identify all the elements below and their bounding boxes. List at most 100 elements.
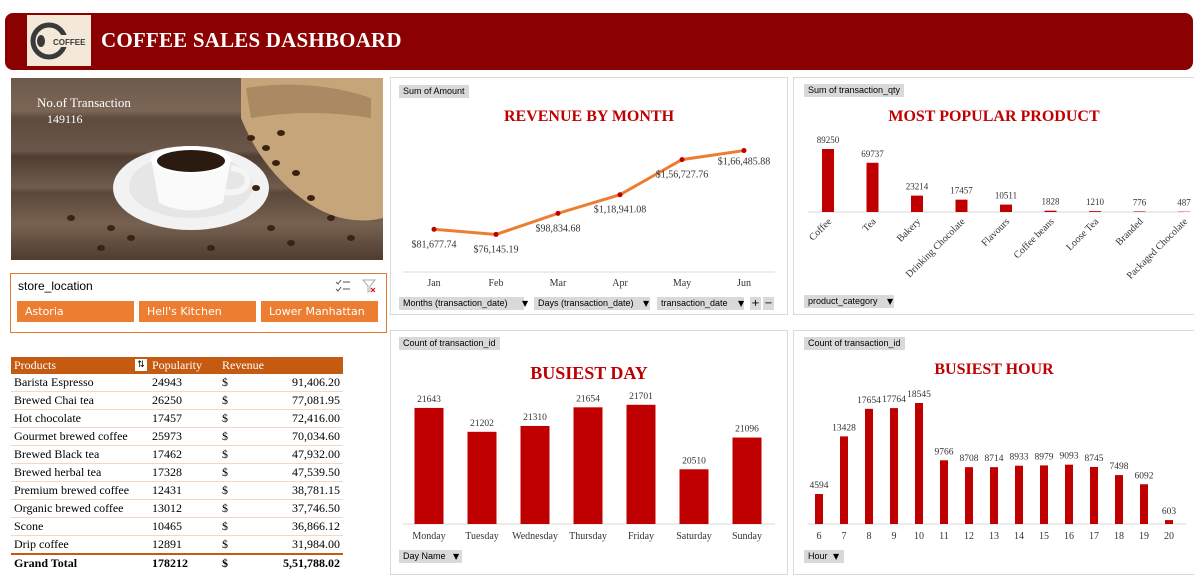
transaction-date-field-button[interactable]: transaction_date: [657, 297, 744, 310]
multi-select-icon[interactable]: [335, 279, 351, 293]
bar: [1133, 211, 1146, 212]
revenue-data-label: $81,677.74: [412, 239, 457, 250]
product-category-dropdown-icon[interactable]: ▼: [887, 297, 893, 306]
bar: [955, 199, 968, 212]
category-tick-label: Tuesday: [465, 531, 499, 542]
revenue-data-label: $1,18,941.08: [594, 205, 647, 216]
popularity-cell: 26250: [149, 391, 219, 410]
bar: [573, 407, 603, 524]
days-dropdown-icon[interactable]: ▼: [643, 299, 649, 308]
revenue-cell: 47,932.00: [245, 445, 343, 464]
slicer-option-hells-kitchen[interactable]: Hell's Kitchen: [139, 301, 256, 322]
product-cell: Barista Espresso: [11, 374, 149, 392]
grand-total-row: Grand Total 178212 $ 5,51,788.02: [11, 553, 343, 572]
revenue-cell: 37,746.50: [245, 499, 343, 518]
bar: [915, 403, 923, 524]
bar: [1044, 210, 1057, 212]
revenue-point: [741, 148, 747, 154]
currency-cell: $: [219, 499, 245, 518]
bar-data-label: 89250: [817, 135, 840, 145]
popularity-cell: 17462: [149, 445, 219, 464]
bar-data-label: 487: [1177, 198, 1191, 208]
month-tick-label: May: [673, 278, 691, 289]
category-tick-label: Monday: [412, 531, 445, 542]
months-field-button[interactable]: Months (transaction_date): [399, 297, 524, 310]
header-banner: COFFEE COFFEE SALES DASHBOARD: [5, 13, 1193, 70]
bar-data-label: 8979: [1035, 452, 1054, 462]
months-dropdown-icon[interactable]: ▼: [522, 299, 528, 308]
category-tick-label: Branded: [1114, 216, 1146, 248]
sort-filter-icon[interactable]: ⇅: [135, 359, 147, 371]
bar: [732, 437, 762, 524]
bar-data-label: 6092: [1135, 471, 1154, 481]
table-row: Barista Espresso 24943 $91,406.20: [11, 374, 343, 392]
revenue-cell: 38,781.15: [245, 481, 343, 500]
product-cell: Hot chocolate: [11, 409, 149, 428]
table-row: Organic brewed coffee 13012 $37,746.50: [11, 499, 343, 518]
category-tick-label: Flavours: [980, 216, 1013, 249]
revenue-point: [493, 231, 499, 237]
category-tick-label: Coffee: [807, 216, 834, 243]
slicer-option-lower-manhattan[interactable]: Lower Manhattan: [261, 301, 378, 322]
revenue-header: Revenue: [219, 357, 343, 374]
product-pivot-table: Products ⇅ Popularity Revenue Barista Es…: [11, 357, 343, 572]
slicer-option-astoria[interactable]: Astoria: [17, 301, 134, 322]
expand-field-icon[interactable]: +: [750, 297, 761, 310]
category-tick-label: Saturday: [676, 531, 712, 542]
bar: [626, 404, 656, 524]
bar-data-label: 21096: [735, 425, 759, 435]
grand-total-revenue: 5,51,788.02: [245, 553, 343, 572]
bar: [866, 162, 879, 212]
month-tick-label: Apr: [612, 278, 628, 289]
bar: [1000, 204, 1012, 212]
category-tick-label: 13: [989, 531, 999, 542]
grand-total-label: Grand Total: [11, 553, 149, 572]
table-row: Gourmet brewed coffee 25973 $70,034.60: [11, 427, 343, 446]
revenue-line: [433, 149, 745, 236]
table-row: Drip coffee 12891 $31,984.00: [11, 535, 343, 555]
collapse-field-icon[interactable]: −: [763, 297, 774, 310]
product-cell: Brewed Chai tea: [11, 391, 149, 410]
revenue-line-chart: $81,677.74 Jan $76,145.19 Feb $98,834.68 Mar $…: [403, 148, 775, 289]
category-tick-label: 18: [1114, 531, 1124, 542]
revenue-cell: 72,416.00: [245, 409, 343, 428]
category-tick-label: Coffee beans: [1012, 216, 1057, 261]
bar-data-label: 21202: [470, 419, 494, 429]
bar-data-label: 776: [1133, 197, 1147, 207]
bar: [1165, 520, 1173, 524]
revenue-point: [555, 210, 561, 216]
bar-data-label: 9766: [935, 447, 954, 457]
day-name-dropdown-icon[interactable]: ▼: [453, 552, 459, 561]
category-tick-label: 6: [817, 531, 822, 542]
product-bar-chart: 89250Coffee69737Tea23214Bakery17457Drink…: [807, 135, 1191, 282]
table-header-row: Products ⇅ Popularity Revenue: [11, 357, 343, 374]
popularity-cell: 25973: [149, 427, 219, 446]
product-category-button[interactable]: product_category: [804, 295, 894, 308]
bar-data-label: 8708: [960, 454, 979, 464]
revenue-point: [617, 192, 623, 198]
hour-dropdown-icon[interactable]: ▼: [833, 552, 839, 561]
bar-data-label: 9093: [1060, 452, 1079, 462]
days-field-button[interactable]: Days (transaction_date): [534, 297, 650, 310]
tdate-dropdown-icon[interactable]: ▼: [738, 299, 744, 308]
currency-cell: $: [219, 535, 245, 555]
category-tick-label: 19: [1139, 531, 1149, 542]
bar: [822, 149, 834, 212]
month-tick-label: Jan: [427, 278, 440, 289]
bar: [467, 431, 497, 524]
category-tick-label: Bakery: [895, 216, 923, 244]
bar: [865, 408, 873, 524]
bar: [414, 407, 444, 524]
category-tick-label: 15: [1039, 531, 1049, 542]
revenue-cell: 31,984.00: [245, 535, 343, 555]
popularity-cell: 12891: [149, 535, 219, 555]
clear-filter-icon[interactable]: [362, 279, 376, 293]
bar-data-label: 13428: [832, 423, 856, 433]
product-cell: Organic brewed coffee: [11, 499, 149, 518]
revenue-cell: 70,034.60: [245, 427, 343, 446]
popularity-cell: 10465: [149, 517, 219, 536]
bar: [1140, 484, 1148, 524]
bar-data-label: 69737: [861, 149, 884, 159]
coffee-photo: No.of Transaction 149116: [11, 78, 383, 260]
bar-data-label: 23214: [906, 182, 929, 192]
